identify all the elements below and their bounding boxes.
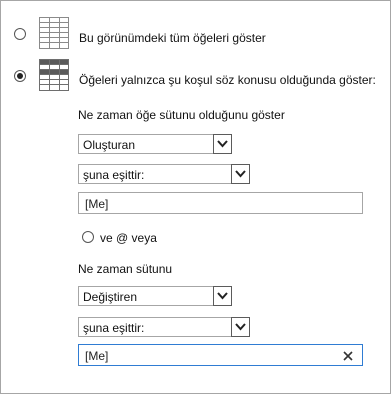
show-filtered-radio[interactable]: [14, 70, 26, 82]
show-filtered-label: Öğeleri yalnızca şu koşul söz konusu old…: [79, 73, 376, 87]
chevron-down-icon: [235, 323, 246, 331]
filter-panel: Bu görünümdeki tüm öğeleri göster Öğeler…: [0, 0, 391, 394]
and-or-radio[interactable]: [82, 231, 94, 243]
condition1-column-value: Oluşturan: [83, 138, 136, 152]
condition1-operator-dropdown-button[interactable]: [231, 164, 250, 184]
show-all-label: Bu görünümdeki tüm öğeleri göster: [79, 31, 266, 45]
condition1-value-text: [Me]: [85, 197, 109, 211]
condition1-operator-value: şuna eşittir:: [83, 168, 145, 182]
condition2-heading: Ne zaman sütunu: [78, 262, 173, 276]
condition2-operator-select[interactable]: şuna eşittir:: [78, 317, 250, 337]
close-icon[interactable]: [342, 349, 354, 361]
chevron-down-icon: [217, 140, 228, 148]
and-or-label: ve @ veya: [100, 231, 157, 245]
list-view-icon: [39, 17, 69, 54]
condition1-operator-select[interactable]: şuna eşittir:: [78, 164, 250, 184]
condition1-heading: Ne zaman öğe sütunu olduğunu göster: [78, 108, 285, 122]
condition1-column-dropdown-button[interactable]: [213, 134, 232, 154]
chevron-down-icon: [235, 170, 246, 178]
condition2-column-dropdown-button[interactable]: [213, 286, 232, 306]
condition2-operator-dropdown-button[interactable]: [231, 317, 250, 337]
chevron-down-icon: [217, 292, 228, 300]
condition2-value-input[interactable]: [Me]: [78, 344, 363, 366]
condition1-value-input[interactable]: [Me]: [78, 192, 363, 214]
filtered-list-icon: [39, 59, 69, 96]
show-all-radio[interactable]: [14, 28, 26, 40]
condition1-column-select[interactable]: Oluşturan: [78, 134, 232, 154]
condition2-operator-value: şuna eşittir:: [83, 321, 145, 335]
condition2-column-select[interactable]: Değiştiren: [78, 286, 232, 306]
condition2-column-value: Değiştiren: [83, 290, 138, 304]
condition2-value-text: [Me]: [85, 349, 109, 363]
